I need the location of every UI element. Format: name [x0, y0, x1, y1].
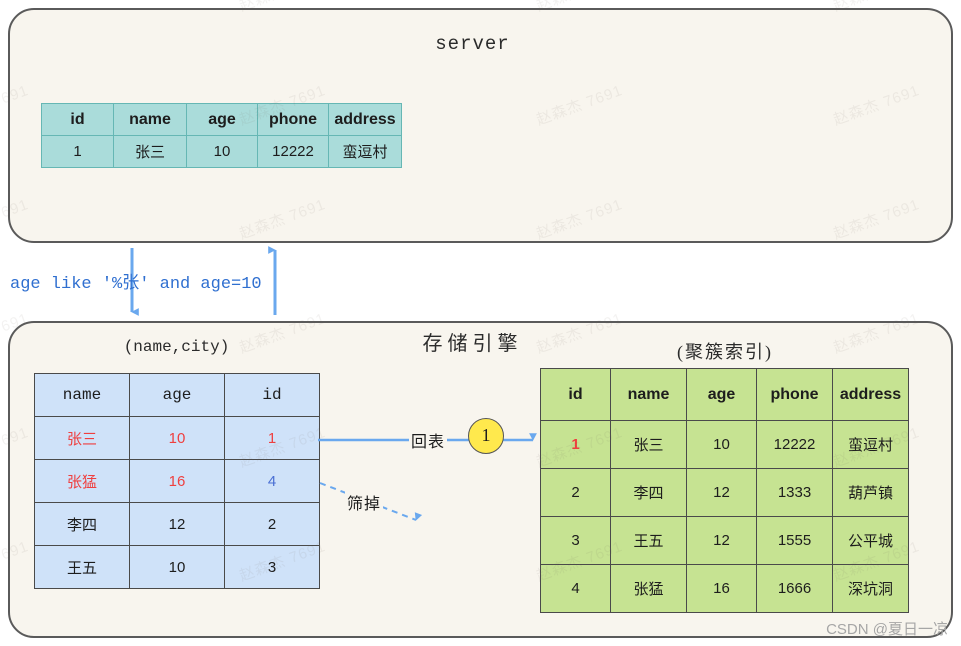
server-col-name: name — [114, 104, 187, 136]
clus-col-address: address — [833, 369, 909, 421]
clus-cell-name: 王五 — [611, 517, 687, 565]
clus-cell-age: 10 — [687, 421, 757, 469]
clus-cell-name: 李四 — [611, 469, 687, 517]
clus-cell-name: 张猛 — [611, 565, 687, 613]
clus-cell-address: 深坑洞 — [833, 565, 909, 613]
server-col-id: id — [42, 104, 114, 136]
sec-cell-name: 张三 — [35, 417, 130, 460]
sec-cell-name: 李四 — [35, 503, 130, 546]
clus-cell-phone: 1666 — [757, 565, 833, 613]
clus-cell-name: 张三 — [611, 421, 687, 469]
credit-text: CSDN @夏日一凉 — [700, 618, 948, 639]
server-cell-address: 蛮逗村 — [329, 136, 402, 168]
table-row: 2 李四 12 1333 葫芦镇 — [541, 469, 909, 517]
server-panel-title: server — [0, 33, 945, 55]
sec-col-name: name — [35, 374, 130, 417]
table-row: 1 张三 10 12222 蛮逗村 — [42, 136, 402, 168]
clus-col-id: id — [541, 369, 611, 421]
table-row: 王五 10 3 — [35, 546, 320, 589]
sec-cell-id: 3 — [225, 546, 320, 589]
clus-cell-id: 4 — [541, 565, 611, 613]
sec-cell-age: 10 — [130, 417, 225, 460]
sec-col-age: age — [130, 374, 225, 417]
clustered-index-caption: (聚簇索引) — [540, 338, 910, 364]
server-cell-phone: 12222 — [258, 136, 329, 168]
table-row: 李四 12 2 — [35, 503, 320, 546]
clus-col-name: name — [611, 369, 687, 421]
table-row: 张三 10 1 — [35, 417, 320, 460]
table-row: 3 王五 12 1555 公平城 — [541, 517, 909, 565]
sec-cell-age: 12 — [130, 503, 225, 546]
clus-cell-age: 16 — [687, 565, 757, 613]
table-row: 4 张猛 16 1666 深坑洞 — [541, 565, 909, 613]
clus-cell-id: 2 — [541, 469, 611, 517]
clus-col-phone: phone — [757, 369, 833, 421]
table-header-row: id name age phone address — [42, 104, 402, 136]
table-header-row: name age id — [35, 374, 320, 417]
diagram-canvas: server id name age phone address 1 张三 10… — [0, 0, 961, 646]
sec-cell-age: 16 — [130, 460, 225, 503]
server-cell-id: 1 — [42, 136, 114, 168]
sql-condition-label: age like '%张' and age=10 — [10, 268, 262, 294]
table-header-row: id name age phone address — [541, 369, 909, 421]
server-col-address: address — [329, 104, 402, 136]
clustered-index-table: id name age phone address 1 张三 10 12222 … — [540, 368, 909, 613]
table-row: 1 张三 10 12222 蛮逗村 — [541, 421, 909, 469]
clus-col-age: age — [687, 369, 757, 421]
clus-cell-age: 12 — [687, 469, 757, 517]
server-col-phone: phone — [258, 104, 329, 136]
sec-cell-name: 张猛 — [35, 460, 130, 503]
server-cell-age: 10 — [187, 136, 258, 168]
sec-cell-age: 10 — [130, 546, 225, 589]
clus-cell-id: 1 — [541, 421, 611, 469]
sec-cell-name: 王五 — [35, 546, 130, 589]
sec-col-id: id — [225, 374, 320, 417]
server-result-table: id name age phone address 1 张三 10 12222 … — [41, 103, 402, 168]
clus-cell-id: 3 — [541, 517, 611, 565]
clus-cell-age: 12 — [687, 517, 757, 565]
server-col-age: age — [187, 104, 258, 136]
secondary-index-table: name age id 张三 10 1 张猛 16 4 李四 12 2 王五 1… — [34, 373, 320, 589]
filtered-out-label: 筛掉 — [345, 490, 383, 514]
secondary-index-caption: (name,city) — [34, 338, 319, 356]
clus-cell-address: 葫芦镇 — [833, 469, 909, 517]
table-row: 张猛 16 4 — [35, 460, 320, 503]
sec-cell-id: 2 — [225, 503, 320, 546]
sec-cell-id: 4 — [225, 460, 320, 503]
clus-cell-address: 公平城 — [833, 517, 909, 565]
clus-cell-address: 蛮逗村 — [833, 421, 909, 469]
clus-cell-phone: 1333 — [757, 469, 833, 517]
clus-cell-phone: 12222 — [757, 421, 833, 469]
sec-cell-id: 1 — [225, 417, 320, 460]
server-cell-name: 张三 — [114, 136, 187, 168]
step-number-badge: 1 — [468, 418, 504, 454]
clus-cell-phone: 1555 — [757, 517, 833, 565]
back-to-table-label: 回表 — [409, 428, 447, 452]
